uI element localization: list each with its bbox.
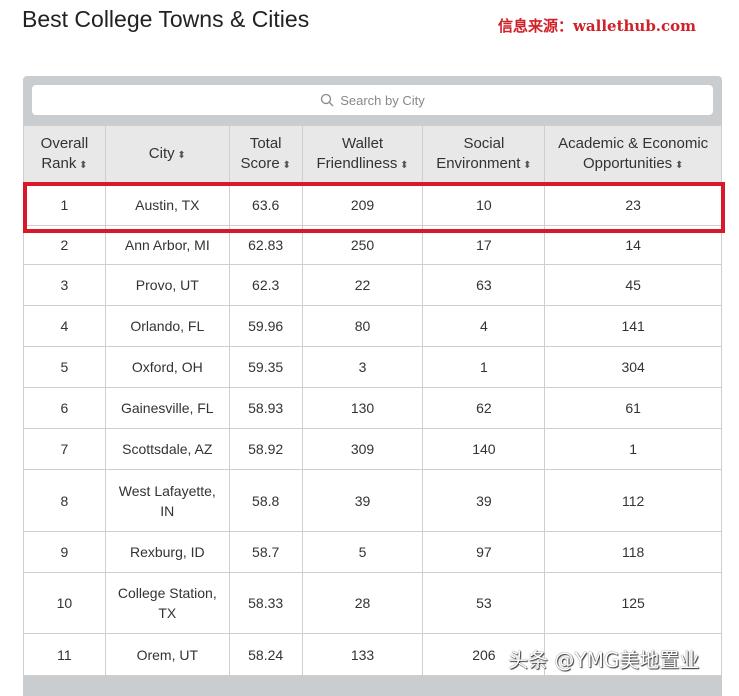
cell-social-environment: 1 <box>422 346 546 388</box>
rankings-table-container: Search by City Overall Rank ⬍ City ⬍ Total S… <box>23 76 722 696</box>
header-label: Opportunities <box>582 155 673 172</box>
cell-academic-economic: 141 <box>544 305 722 347</box>
cell-wallet-friendliness: 5 <box>301 531 424 573</box>
cell-rank: 7 <box>23 428 106 470</box>
cell-academic-economic: 45 <box>544 264 722 306</box>
table-row: 9 Rexburg, ID 58.7 5 97 118 <box>23 531 722 573</box>
cell-total-score: 58.93 <box>228 387 303 429</box>
table-row: 4 Orlando, FL 59.96 80 4 141 <box>23 305 722 347</box>
cell-wallet-friendliness: 3 <box>301 346 424 388</box>
cell-academic-economic: 61 <box>544 387 722 429</box>
cell-academic-economic: 125 <box>544 572 722 634</box>
cell-social-environment: 97 <box>422 531 546 573</box>
cell-total-score: 58.92 <box>228 428 303 470</box>
cell-academic-economic: 1 <box>544 428 722 470</box>
sort-icon[interactable]: ⬍ <box>397 160 408 171</box>
cell-city[interactable]: Gainesville, FL <box>104 387 230 429</box>
cell-social-environment: 140 <box>422 428 546 470</box>
header-label: Total <box>249 135 282 152</box>
column-header-wallet-friendliness[interactable]: Wallet Friendliness ⬍ <box>301 125 424 185</box>
cell-wallet-friendliness: 133 <box>301 633 424 676</box>
cell-rank: 5 <box>23 346 106 388</box>
cell-social-environment: 39 <box>422 469 546 532</box>
table-row: 5 Oxford, OH 59.35 3 1 304 <box>23 346 722 388</box>
cell-social-environment: 53 <box>422 572 546 634</box>
cell-total-score: 58.8 <box>228 469 303 532</box>
cell-social-environment: 62 <box>422 387 546 429</box>
cell-total-score: 59.35 <box>228 346 303 388</box>
cell-rank: 11 <box>23 633 106 676</box>
cell-city[interactable]: Oxford, OH <box>104 346 230 388</box>
cell-total-score: 58.33 <box>228 572 303 634</box>
search-input[interactable]: Search by City <box>32 85 713 115</box>
cell-total-score: 59.96 <box>228 305 303 347</box>
cell-rank: 8 <box>23 469 106 532</box>
cell-social-environment: 63 <box>422 264 546 306</box>
sort-icon[interactable]: ⬍ <box>280 160 290 171</box>
cell-wallet-friendliness: 309 <box>301 428 424 470</box>
table-row: 3 Provo, UT 62.3 22 63 45 <box>23 264 722 306</box>
header-label: Academic & Economic <box>558 135 709 152</box>
cell-academic-economic: 304 <box>544 346 722 388</box>
table-row: 8 West Lafayette, IN 58.8 39 39 112 <box>23 469 722 532</box>
cell-rank: 4 <box>23 305 106 347</box>
cell-wallet-friendliness: 22 <box>301 264 424 306</box>
cell-total-score: 58.7 <box>228 531 303 573</box>
cell-city[interactable]: Scottsdale, AZ <box>104 428 230 470</box>
header-label: Score <box>240 155 280 172</box>
header-label: Social <box>463 135 505 152</box>
cell-rank: 10 <box>23 572 106 634</box>
column-header-total-score[interactable]: Total Score ⬍ <box>228 125 303 185</box>
header-label: Rank <box>41 155 77 172</box>
cell-city[interactable]: West Lafayette, IN <box>104 469 230 532</box>
cell-city[interactable]: Orlando, FL <box>104 305 230 347</box>
header-label: Friendliness <box>316 155 398 172</box>
header-label: Overall <box>40 135 89 152</box>
highlight-box <box>23 182 725 233</box>
cell-city[interactable]: Orem, UT <box>104 633 230 676</box>
cell-city[interactable]: Rexburg, ID <box>104 531 230 573</box>
cell-wallet-friendliness: 39 <box>301 469 424 532</box>
header-label: City <box>148 145 175 162</box>
cell-total-score: 58.24 <box>228 633 303 676</box>
column-header-city[interactable]: City ⬍ <box>104 125 230 185</box>
cell-city[interactable]: College Station, TX <box>104 572 230 634</box>
header-label: Environment <box>436 155 521 172</box>
cell-rank: 3 <box>23 264 106 306</box>
cell-rank: 6 <box>23 387 106 429</box>
sort-icon[interactable]: ⬍ <box>76 160 87 171</box>
header-label: Wallet <box>341 135 384 152</box>
search-placeholder: Search by City <box>340 92 425 108</box>
cell-academic-economic: 118 <box>544 531 722 573</box>
cell-wallet-friendliness: 130 <box>301 387 424 429</box>
sort-icon[interactable]: ⬍ <box>672 160 683 171</box>
cell-social-environment: 4 <box>422 305 546 347</box>
table-row: 10 College Station, TX 58.33 28 53 125 <box>23 572 722 634</box>
watermark: 头条 @YMG美地置业 <box>508 648 700 672</box>
table-row: 6 Gainesville, FL 58.93 130 62 61 <box>23 387 722 429</box>
cell-wallet-friendliness: 80 <box>301 305 424 347</box>
cell-city[interactable]: Provo, UT <box>104 264 230 306</box>
cell-total-score: 62.3 <box>228 264 303 306</box>
search-icon <box>321 93 334 107</box>
sort-icon[interactable]: ⬍ <box>175 150 185 161</box>
table-row: 7 Scottsdale, AZ 58.92 309 140 1 <box>23 428 722 470</box>
column-header-social-environment[interactable]: Social Environment ⬍ <box>422 125 546 185</box>
column-header-academic-economic[interactable]: Academic & Economic Opportunities ⬍ <box>544 125 722 185</box>
cell-wallet-friendliness: 28 <box>301 572 424 634</box>
cell-academic-economic: 112 <box>544 469 722 532</box>
cell-rank: 9 <box>23 531 106 573</box>
page-title: Best College Towns & Cities <box>22 6 310 32</box>
source-note: 信息来源：wallethub.com <box>498 17 697 35</box>
column-header-rank[interactable]: Overall Rank ⬍ <box>23 125 106 185</box>
sort-icon[interactable]: ⬍ <box>520 160 531 171</box>
